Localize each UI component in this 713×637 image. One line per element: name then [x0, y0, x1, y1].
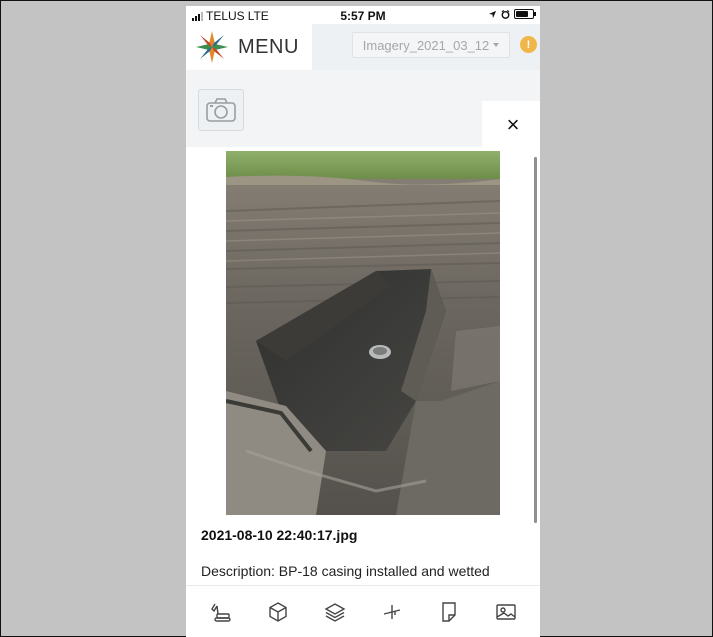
photo-file-name: 2021-08-10 22:40:17.jpg	[201, 527, 358, 543]
excavator-icon	[210, 603, 231, 622]
site-photo-image	[226, 151, 500, 515]
3d-view-button[interactable]	[258, 592, 298, 632]
status-bar: TELUS LTE 5:57 PM	[186, 6, 540, 24]
layers-button[interactable]	[315, 592, 355, 632]
logo-icon	[196, 31, 228, 63]
bottom-toolbar	[186, 585, 540, 637]
close-button[interactable]: ×	[499, 111, 527, 139]
alarm-icon	[501, 9, 510, 19]
menu-label: MENU	[238, 35, 299, 58]
battery-icon	[514, 9, 536, 19]
phone-screen: TELUS LTE 5:57 PM MENU Imagery_2021_03_1…	[186, 6, 540, 637]
imagery-select[interactable]: Imagery_2021_03_12	[352, 32, 510, 58]
site-photo[interactable]	[226, 151, 500, 515]
layers-icon	[324, 602, 345, 622]
status-right	[488, 9, 536, 19]
modal-scrollbar[interactable]	[534, 157, 537, 523]
cube-icon	[268, 601, 287, 622]
photo-modal: × 2021-08-10 22:40:17.jpg Description: B…	[186, 101, 540, 637]
chevron-down-icon	[493, 43, 500, 47]
status-time: 5:57 PM	[340, 9, 386, 23]
image-icon	[495, 603, 516, 620]
measure-icon	[383, 604, 400, 619]
photo-description: Description: BP-18 casing installed and …	[201, 563, 490, 579]
notes-button[interactable]	[429, 592, 469, 632]
excavation-tool-button[interactable]	[201, 592, 241, 632]
location-arrow-icon	[488, 10, 497, 18]
imagery-selected-value: Imagery_2021_03_12	[362, 37, 490, 53]
menu-button[interactable]: MENU	[186, 24, 312, 70]
alert-badge[interactable]: !	[520, 36, 537, 53]
measure-button[interactable]	[372, 592, 412, 632]
modal-body: 2021-08-10 22:40:17.jpg Description: BP-…	[186, 147, 540, 591]
app-header: MENU Imagery_2021_03_12 !	[186, 24, 540, 70]
imagery-button[interactable]	[486, 592, 526, 632]
document-icon	[441, 601, 456, 622]
